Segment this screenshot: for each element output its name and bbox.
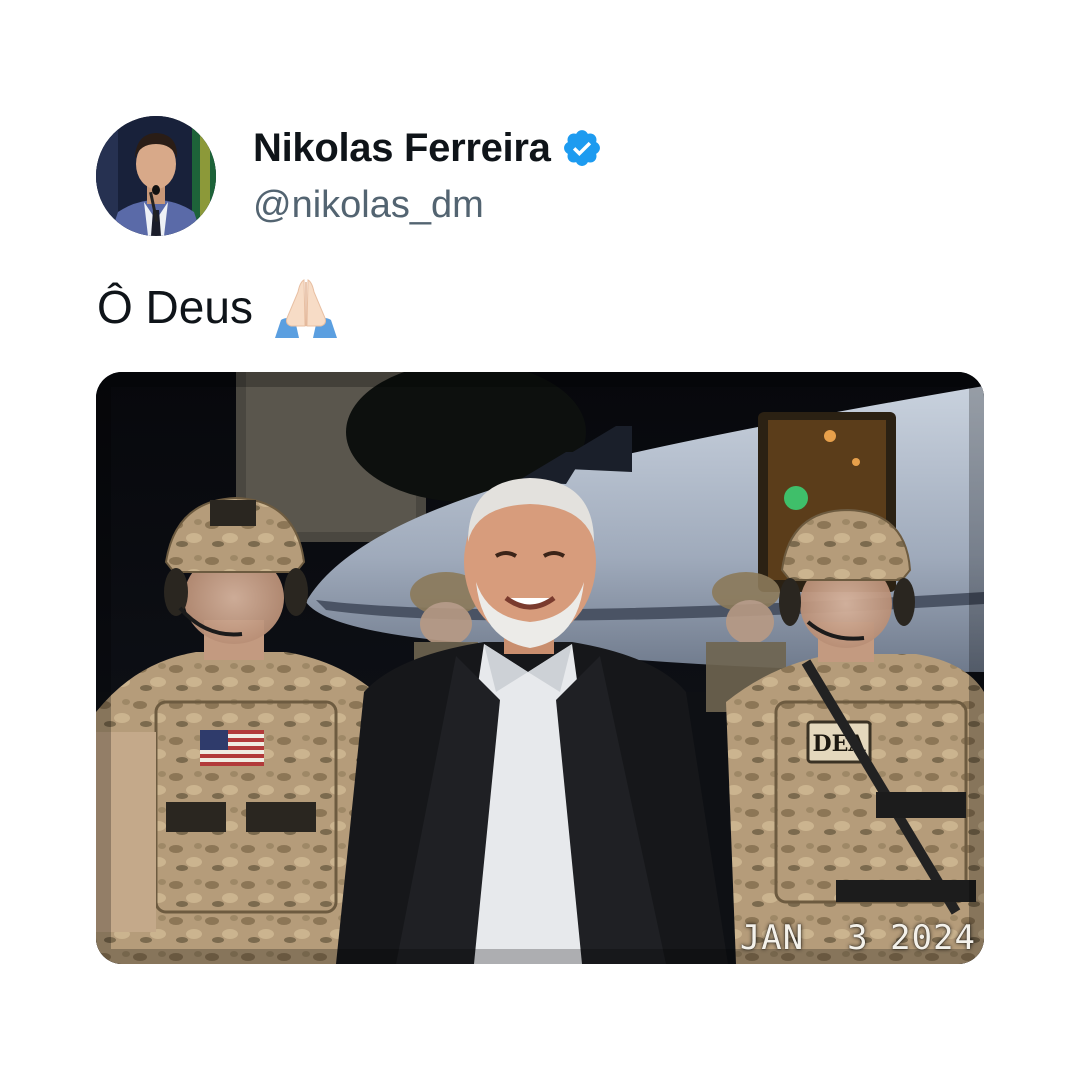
folded-hands-icon [274,279,337,338]
tweet-text-content: Ô Deus [97,281,253,333]
author-handle[interactable]: @nikolas_dm [253,184,484,227]
tweet-media-photo[interactable]: DEA JAN 3 2024 [96,372,984,964]
tweet-card: Nikolas Ferreira @nikolas_dm Ô Deus DEA … [0,0,1080,1080]
flag-patch [200,730,264,766]
avatar[interactable] [96,116,216,236]
photo-illustration: DEA [96,372,984,964]
avatar-photo [96,116,216,236]
display-name[interactable]: Nikolas Ferreira [253,126,551,171]
photo-date-stamp: JAN 3 2024 [739,918,976,958]
verified-badge-icon [563,130,600,166]
author-name-row[interactable]: Nikolas Ferreira [253,124,603,172]
tweet-text: Ô Deus [97,274,339,340]
